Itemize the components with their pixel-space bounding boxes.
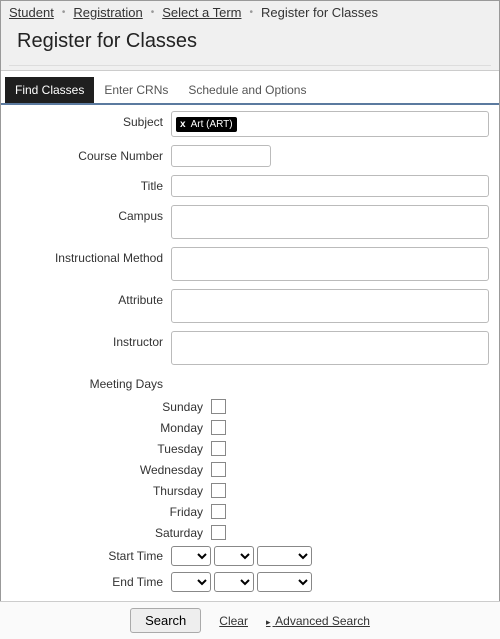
checkbox-sunday[interactable] [211, 399, 226, 414]
breadcrumb-current: Register for Classes [261, 5, 378, 20]
breadcrumb: Student • Registration • Select a Term •… [9, 5, 491, 20]
label-campus: Campus [11, 205, 171, 223]
advanced-search-label: Advanced Search [275, 614, 370, 628]
start-time-hour[interactable] [171, 546, 211, 566]
instructor-input[interactable] [171, 331, 489, 365]
remove-tag-icon[interactable]: x [178, 119, 188, 130]
label-instructor: Instructor [11, 331, 171, 349]
label-wednesday: Wednesday [11, 463, 211, 477]
breadcrumb-registration[interactable]: Registration [73, 5, 142, 20]
breadcrumb-separator: • [151, 7, 155, 18]
start-time-minute[interactable] [214, 546, 254, 566]
label-subject: Subject [11, 111, 171, 129]
label-saturday: Saturday [11, 526, 211, 540]
checkbox-saturday[interactable] [211, 525, 226, 540]
label-title: Title [11, 175, 171, 193]
title-input[interactable] [171, 175, 489, 197]
label-friday: Friday [11, 505, 211, 519]
end-time-ampm[interactable] [257, 572, 312, 592]
advanced-search-link[interactable]: ▸ Advanced Search [266, 614, 370, 628]
tab-enter-crns[interactable]: Enter CRNs [94, 77, 178, 103]
campus-input[interactable] [171, 205, 489, 239]
subject-input[interactable]: x Art (ART) [171, 111, 489, 137]
footer-bar: Search Clear ▸ Advanced Search [0, 601, 500, 639]
subject-tag-art: x Art (ART) [176, 117, 237, 132]
search-button[interactable]: Search [130, 608, 201, 633]
checkbox-tuesday[interactable] [211, 441, 226, 456]
end-time-minute[interactable] [214, 572, 254, 592]
start-time-ampm[interactable] [257, 546, 312, 566]
label-instructional-method: Instructional Method [11, 247, 171, 265]
breadcrumb-separator: • [249, 7, 253, 18]
label-course-number: Course Number [11, 145, 171, 163]
checkbox-monday[interactable] [211, 420, 226, 435]
checkbox-wednesday[interactable] [211, 462, 226, 477]
course-number-input[interactable] [171, 145, 271, 167]
instructional-method-input[interactable] [171, 247, 489, 281]
end-time-hour[interactable] [171, 572, 211, 592]
page-title: Register for Classes [9, 20, 491, 66]
clear-link[interactable]: Clear [219, 614, 248, 628]
checkbox-thursday[interactable] [211, 483, 226, 498]
breadcrumb-select-term[interactable]: Select a Term [162, 5, 241, 20]
label-attribute: Attribute [11, 289, 171, 307]
caret-right-icon: ▸ [266, 617, 271, 627]
attribute-input[interactable] [171, 289, 489, 323]
label-thursday: Thursday [11, 484, 211, 498]
label-monday: Monday [11, 421, 211, 435]
label-tuesday: Tuesday [11, 442, 211, 456]
tab-schedule-options[interactable]: Schedule and Options [178, 77, 316, 103]
tab-bar: Find Classes Enter CRNs Schedule and Opt… [1, 77, 499, 105]
label-sunday: Sunday [11, 400, 211, 414]
label-end-time: End Time [11, 575, 171, 589]
label-start-time: Start Time [11, 549, 171, 563]
subject-tag-label: Art (ART) [191, 119, 233, 130]
label-meeting-days: Meeting Days [11, 373, 171, 391]
checkbox-friday[interactable] [211, 504, 226, 519]
tab-find-classes[interactable]: Find Classes [5, 77, 94, 103]
breadcrumb-student[interactable]: Student [9, 5, 54, 20]
breadcrumb-separator: • [62, 7, 66, 18]
